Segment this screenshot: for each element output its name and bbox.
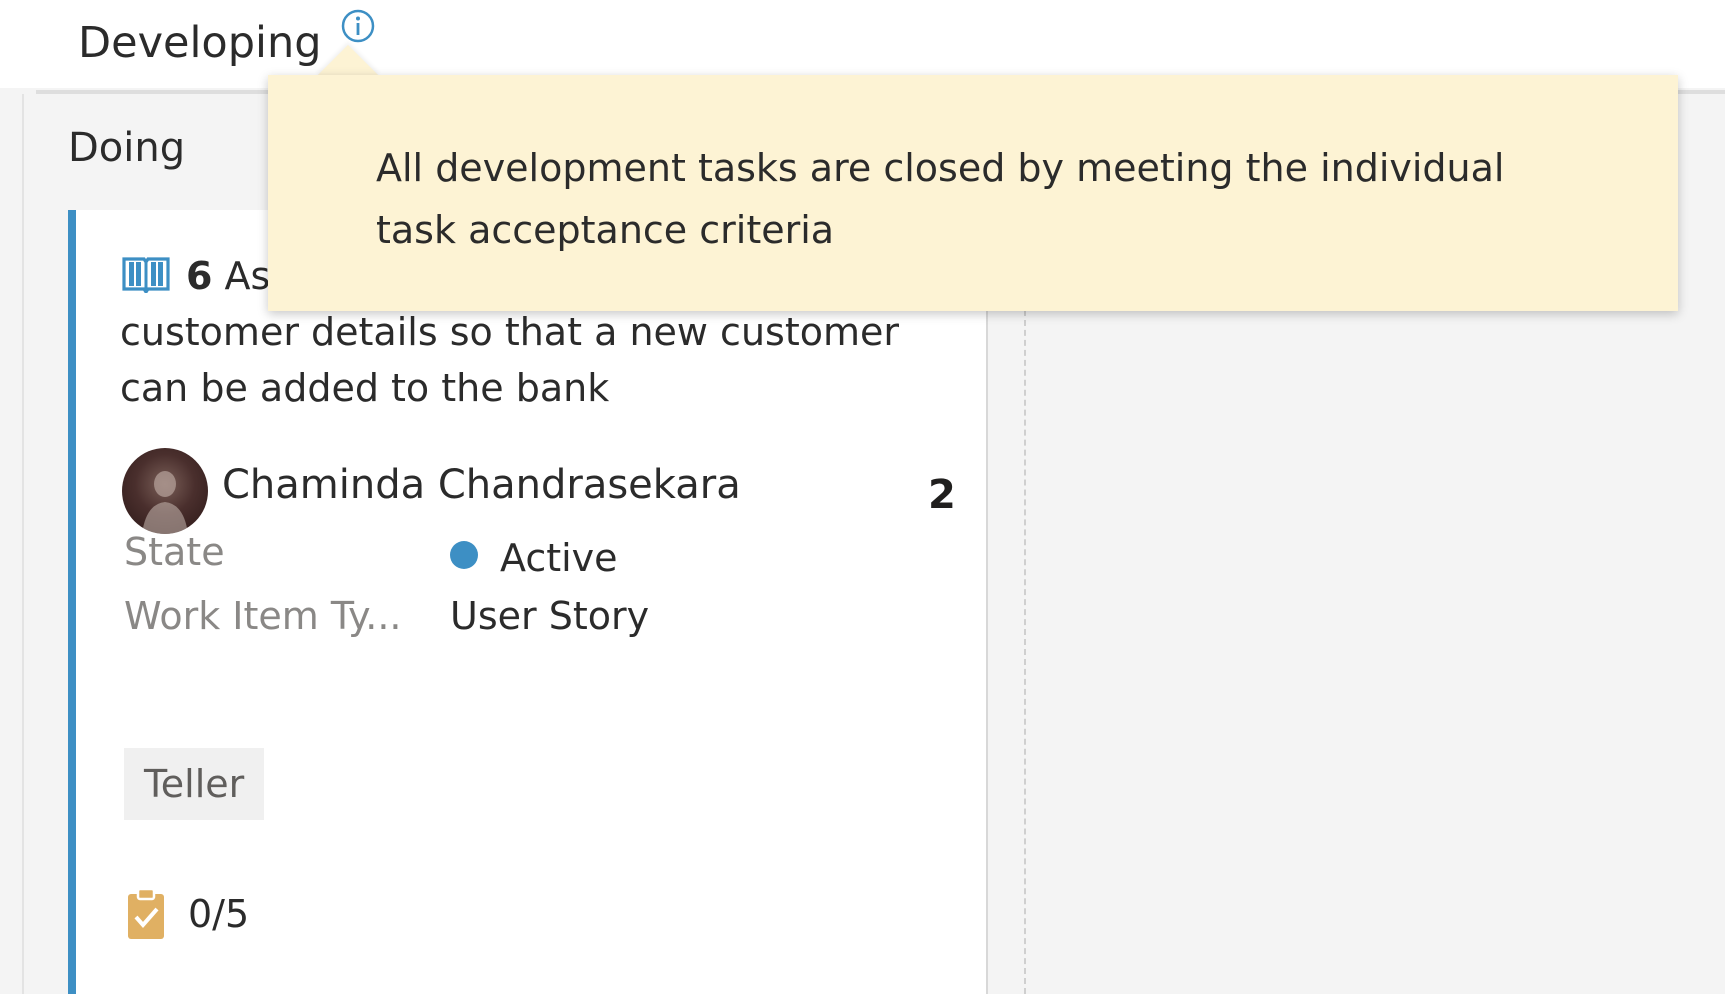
field-value-state[interactable]: Active bbox=[450, 536, 618, 580]
card-title-continued: customer details so that a new customer … bbox=[120, 310, 899, 410]
book-icon bbox=[122, 257, 170, 293]
assignee-row[interactable]: Chaminda Chandrasekara 2 bbox=[122, 448, 956, 534]
field-label-work-item-type: Work Item Ty... bbox=[124, 594, 402, 638]
avatar bbox=[122, 448, 208, 534]
tag[interactable]: Teller bbox=[124, 748, 265, 820]
left-rail bbox=[0, 94, 24, 994]
story-points: 2 bbox=[928, 472, 956, 518]
sub-column-title: Doing bbox=[68, 125, 186, 171]
state-value: Active bbox=[500, 536, 618, 580]
clipboard-check-icon bbox=[128, 887, 164, 939]
card-id: 6 bbox=[186, 254, 213, 298]
column-title: Developing bbox=[78, 18, 322, 68]
state-dot-icon bbox=[450, 541, 478, 569]
field-label-state: State bbox=[124, 530, 225, 574]
card-title-start: As bbox=[224, 254, 271, 298]
field-value-work-item-type[interactable]: User Story bbox=[450, 594, 649, 638]
definition-of-done-tooltip: All development tasks are closed by meet… bbox=[268, 75, 1678, 311]
info-icon[interactable] bbox=[340, 8, 376, 44]
tooltip-text: All development tasks are closed by meet… bbox=[376, 146, 1505, 252]
work-item-card[interactable]: 6 As customer details so that a new custo… bbox=[68, 210, 986, 994]
assignee-name: Chaminda Chandrasekara bbox=[222, 462, 741, 508]
done-lane-divider bbox=[1024, 300, 1026, 994]
tasks-count: 0/5 bbox=[188, 892, 250, 936]
tasks-row[interactable]: 0/5 bbox=[126, 886, 249, 942]
